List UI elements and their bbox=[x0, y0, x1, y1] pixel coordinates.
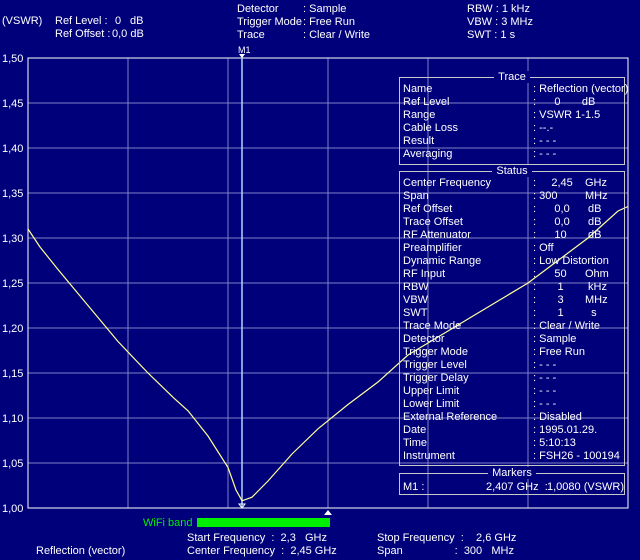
status-panel-value: : Sample bbox=[533, 333, 577, 345]
span-readout: Span : 300 MHz bbox=[377, 545, 514, 557]
status-panel-value: : Free Run bbox=[533, 346, 585, 358]
status-panel-value: : 3 MHz bbox=[533, 294, 608, 306]
wifi-band-label: WiFi band bbox=[143, 517, 193, 529]
status-panel-value: : 1 kHz bbox=[533, 281, 607, 293]
status-panel-value: : 5:10:13 bbox=[533, 437, 576, 449]
status-panel-value: : Clear / Write bbox=[533, 320, 601, 332]
status-panel-value: : - - - bbox=[533, 385, 557, 397]
marker-m1: M1 bbox=[238, 45, 332, 515]
wifi-band-bar bbox=[197, 518, 330, 527]
y-tick-label: 1,35 bbox=[2, 188, 23, 200]
status-panel-value: : 2,45 GHz bbox=[533, 177, 607, 189]
trace-panel-value: : VSWR 1-1.5 bbox=[533, 109, 601, 121]
status-panel-key: Trigger Level bbox=[403, 359, 467, 371]
status-panel-value: : 1995.01.29. bbox=[533, 424, 598, 436]
status-panel-title: Status bbox=[492, 165, 532, 177]
status-panel-value: : Off bbox=[533, 242, 554, 254]
status-panel-key: Upper Limit bbox=[403, 385, 460, 397]
status-panel-value: : Low Distortion bbox=[533, 255, 609, 267]
y-tick-label: 1,30 bbox=[2, 233, 23, 245]
status-panel-value: : FSH26 - 100194 bbox=[533, 450, 620, 462]
trace-panel-key: Cable Loss bbox=[403, 122, 459, 134]
trace-panel-key: Ref Level bbox=[403, 96, 450, 108]
trace-panel-key: Range bbox=[403, 109, 436, 121]
status-panel-key: Trigger Mode bbox=[403, 346, 469, 358]
marker-value: 1,0080 (VSWR) bbox=[547, 481, 625, 493]
status-panel-key: Trace Offset bbox=[403, 216, 463, 228]
center-frequency-icon bbox=[324, 510, 332, 515]
status-panel-key: Span bbox=[403, 190, 429, 202]
status-panel-value: : 0,0 dB bbox=[533, 203, 602, 215]
trace-panel-value: : 0 dB bbox=[533, 96, 596, 108]
status-panel: Status Center Frequency : 2,45 GHz Span : 3… bbox=[399, 165, 625, 466]
y-tick-labels: 1,50 1,45 1,40 1,35 1,30 1,25 1,20 1,15 1,10 1,05… bbox=[2, 53, 23, 515]
status-panel-value: : - - - bbox=[533, 398, 557, 410]
status-panel-value: : 50 Ohm bbox=[533, 268, 609, 280]
trace-panel-value: : Reflection (vector) bbox=[533, 83, 629, 95]
stop-frequency: Stop Frequency : 2,6 GHz bbox=[377, 532, 517, 544]
y-tick-label: 1,15 bbox=[2, 368, 23, 380]
markers-panel-title: Markers bbox=[488, 467, 536, 479]
trace-panel-value: : --.- bbox=[533, 122, 554, 134]
trace-panel-value: : - - - bbox=[533, 135, 557, 147]
status-panel-key: SWT bbox=[403, 307, 428, 319]
status-panel-key: RF Attenuator bbox=[403, 229, 471, 241]
y-tick-label: 1,45 bbox=[2, 98, 23, 110]
status-panel-key: Trace Mode bbox=[403, 320, 462, 332]
center-frequency: Center Frequency : 2,45 GHz bbox=[187, 545, 337, 557]
y-tick-label: 1,20 bbox=[2, 323, 23, 335]
marker-name: M1 : bbox=[403, 481, 425, 493]
status-panel-key: Date bbox=[403, 424, 427, 436]
status-panel-key: Lower Limit bbox=[403, 398, 460, 410]
measurement-mode: Reflection (vector) bbox=[36, 545, 126, 557]
trace-panel-title: Trace bbox=[494, 71, 530, 83]
y-tick-label: 1,00 bbox=[2, 503, 23, 515]
marker-label: M1 bbox=[238, 45, 251, 55]
status-panel-key: Detector bbox=[403, 333, 445, 345]
status-panel-key: Preamplifier bbox=[403, 242, 462, 254]
status-panel-key: Ref Offset bbox=[403, 203, 453, 215]
status-panel-key: Trigger Delay bbox=[403, 372, 469, 384]
trace-panel: Trace Name : Reflection (vector) Ref Level… bbox=[399, 71, 629, 165]
status-panel-key: Time bbox=[403, 437, 428, 449]
trace-panel-key: Result bbox=[403, 135, 435, 147]
status-panel-value: : Disabled bbox=[533, 411, 582, 423]
status-panel-value: : - - - bbox=[533, 359, 557, 371]
y-tick-label: 1,40 bbox=[2, 143, 23, 155]
status-panel-key: VBW bbox=[403, 294, 429, 306]
markers-panel: Markers M1 : 2,407 GHz : 1,0080 (VSWR) bbox=[399, 467, 625, 495]
trace-panel-key: Averaging bbox=[403, 148, 453, 160]
status-panel-value: : - - - bbox=[533, 372, 557, 384]
trace-panel-key: Name bbox=[403, 83, 433, 95]
y-tick-label: 1,25 bbox=[2, 278, 23, 290]
status-panel-value: : 300 MHz bbox=[533, 190, 608, 202]
status-panel-key: Center Frequency bbox=[403, 177, 492, 189]
status-panel-key: Dynamic Range bbox=[403, 255, 482, 267]
status-panel-value: : 0,0 dB bbox=[533, 216, 602, 228]
trace-panel-value: : - - - bbox=[533, 148, 557, 160]
marker-frequency: 2,407 GHz : bbox=[486, 481, 548, 493]
y-tick-label: 1,05 bbox=[2, 458, 23, 470]
status-panel-key: RBW bbox=[403, 281, 429, 293]
status-panel-value: : 10 dB bbox=[533, 229, 602, 241]
status-panel-key: RF Input bbox=[403, 268, 446, 280]
y-tick-label: 1,50 bbox=[2, 53, 23, 65]
y-tick-label: 1,10 bbox=[2, 413, 23, 425]
start-frequency: Start Frequency : 2,3 GHz bbox=[187, 532, 327, 544]
status-panel-key: Instrument bbox=[403, 450, 455, 462]
status-panel-value: : 1 s bbox=[533, 307, 597, 319]
status-panel-key: External Reference bbox=[403, 411, 498, 423]
